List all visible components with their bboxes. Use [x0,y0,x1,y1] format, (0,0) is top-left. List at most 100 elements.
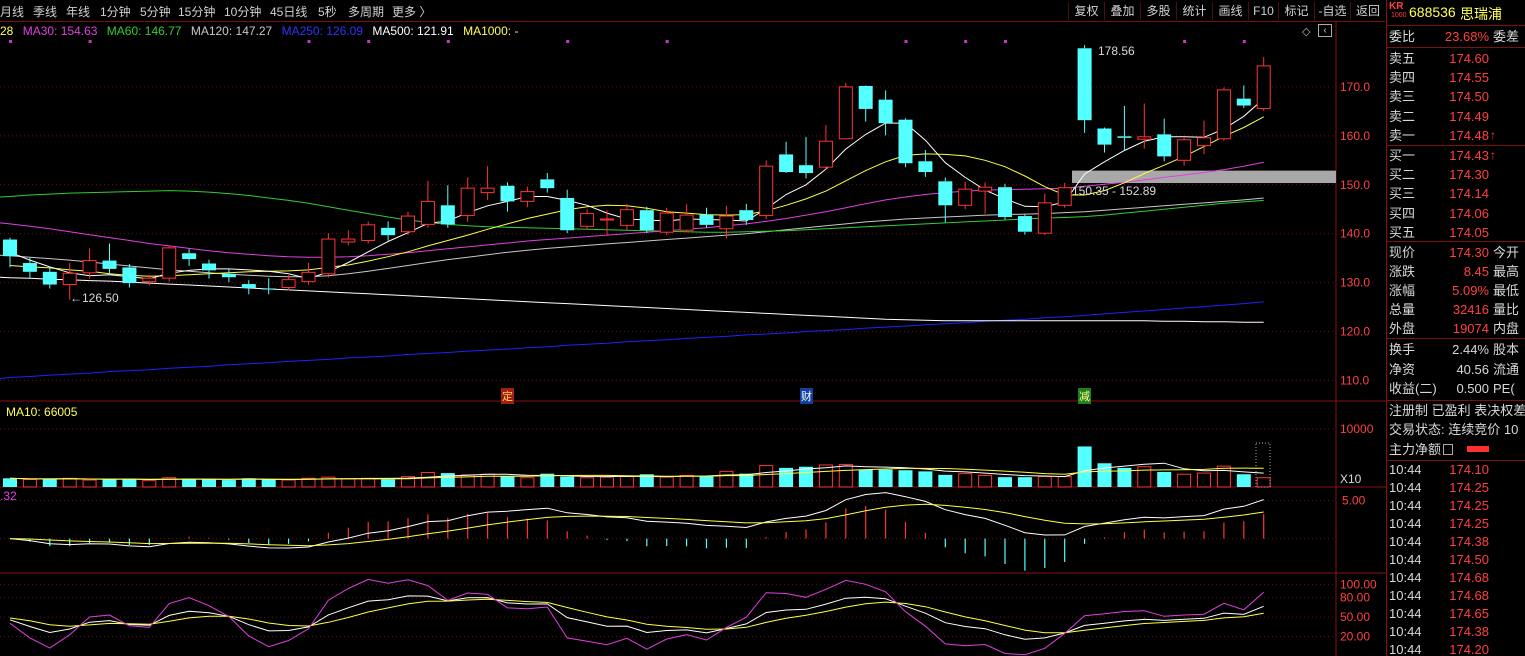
volume-bar [580,477,595,488]
mark-button[interactable]: 标记 [1278,2,1314,20]
event-marker-jian[interactable]: 减 [1078,388,1091,404]
tags-text: 注册制 已盈利 表决权差 [1389,403,1525,418]
stat2-2[interactable]: 收益(二) 0.500 PE( [1387,379,1525,398]
candle-body [261,288,276,290]
tick-price: 174.38 [1449,534,1489,549]
main-flow-row[interactable]: 主力净额 [1387,440,1525,459]
bid-level-2[interactable]: 买二 174.30 [1387,165,1525,184]
candle-body [1177,139,1192,161]
watchlist-button[interactable]: -自选 [1314,2,1350,20]
fuquan-button[interactable]: 复权 [1068,2,1104,20]
event-marker-ding[interactable]: 定 [501,388,514,404]
stat-1[interactable]: 涨跌 8.45 最高 [1387,262,1525,281]
volume-bar [898,470,913,487]
event-marker-cai[interactable]: 财 [800,388,813,404]
tick-time: 10:44 [1389,588,1422,603]
candle-body [918,161,933,173]
ask-level-4[interactable]: 卖四 174.55 [1387,68,1525,87]
collapse-icon[interactable]: ‹ [1318,24,1332,37]
overlay-button[interactable]: 叠加 [1104,2,1140,20]
candle-body [440,205,455,225]
ma500-line [0,276,1264,323]
tick-price: 174.20 [1449,642,1489,656]
volume-bar [560,476,575,487]
stats-button[interactable]: 统计 [1176,2,1212,20]
flow-toggle-icon[interactable] [1443,444,1453,455]
bid-level-4[interactable]: 买四 174.06 [1387,204,1525,223]
tick-row: 10:44 174.65 [1387,605,1525,623]
multi-stock-button[interactable]: 多股 [1140,2,1176,20]
tick-time: 10:44 [1389,462,1422,477]
candle-body [221,273,236,278]
stat-3-value: 32416 [1452,302,1489,317]
tick-row: 10:44 174.10 [1387,461,1525,479]
candle-body [500,185,515,202]
kline-chart[interactable]: 170.0 160.0 150.0 140.0 130.0 120.0 110.0 10000… [0,0,1386,656]
volume-axis-tick: 10000 [1340,422,1374,436]
bid-level-4-value: 174.06 [1449,205,1489,221]
tick-row: 10:44 174.68 [1387,569,1525,587]
bid-level-1-value: 174.43 [1449,148,1489,163]
stat2-0[interactable]: 换手 2.44% 股本 [1387,340,1525,359]
f10-button[interactable]: F10 [1248,2,1278,20]
ma500-label: MA500: 121.91 [372,24,454,38]
stat-2[interactable]: 涨幅 5.09% 最低 [1387,281,1525,300]
stat-4-label: 外盘 [1389,321,1416,336]
volume-bar [1177,473,1192,488]
ma120-label: MA120: 147.27 [190,24,273,38]
ask-level-4-label: 卖四 [1389,70,1416,86]
bid-level-5[interactable]: 买五 174.05 [1387,223,1525,242]
stat-4[interactable]: 外盘 19074 内盘 [1387,319,1525,338]
candle-body [301,271,316,283]
candle-body [639,210,654,231]
macd-dea-line [9,503,1264,547]
period-1min[interactable]: 1分钟 [100,3,131,20]
period-5sec[interactable]: 5秒 [318,3,337,20]
volume-bar [759,465,774,488]
candle-body [182,253,197,260]
diamond-icon[interactable]: ◇ [1302,25,1310,38]
volume-bar [978,474,993,488]
candle-body [1097,128,1112,145]
draw-line-button[interactable]: 画线 [1212,2,1248,20]
candle-body [102,260,117,269]
tick-price: 174.65 [1449,606,1489,621]
bid-level-1[interactable]: 买一 174.43 ↑ [1387,146,1525,165]
kr-badge: KR [1389,1,1404,12]
stat-1-value: 8.45 [1463,264,1489,279]
back-button[interactable]: 返回 [1350,2,1385,20]
stat-3[interactable]: 总量 32416 量比 [1387,300,1525,319]
period-year[interactable]: 年线 [66,3,90,20]
ask-level-1[interactable]: 卖一 174.48 ↑ [1387,126,1525,145]
ask-level-1-value: 174.48 [1449,127,1489,143]
period-10min[interactable]: 10分钟 [224,3,261,20]
stat-0[interactable]: 现价 174.30 今开 [1387,243,1525,262]
volume-bar [22,478,37,488]
ask-level-2[interactable]: 卖二 174.49 [1387,107,1525,126]
kdj-axis-tick: 100.00 [1340,578,1377,592]
period-quarter[interactable]: 季线 [33,3,57,20]
volume-bar [142,480,157,488]
period-45day[interactable]: 45日线 [270,3,307,20]
volume-bar [659,476,674,488]
period-15min[interactable]: 15分钟 [178,3,215,20]
candle-body [341,238,356,243]
stat2-1[interactable]: 净资 40.56 流通 [1387,360,1525,379]
period-more[interactable]: 更多 〉 [392,3,431,20]
bid-level-3[interactable]: 买三 174.14 [1387,184,1525,203]
candle-body [858,85,873,109]
candle-body [82,260,97,274]
ask-level-3[interactable]: 卖三 174.50 [1387,87,1525,106]
tick-row: 10:44 174.68 [1387,587,1525,605]
volume-bar [998,477,1012,487]
candle-body [779,154,794,173]
tick-time: 10:44 [1389,606,1422,621]
volume-bar [82,479,97,488]
volume-bar [699,476,714,487]
volume-bar [1197,472,1211,488]
period-multi[interactable]: 多周期 [348,3,384,20]
ratio-value: 23.68% [1444,29,1489,44]
ask-level-5[interactable]: 卖五 174.60 [1387,49,1525,68]
period-month[interactable]: 月线 [0,3,24,20]
period-5min[interactable]: 5分钟 [140,3,171,20]
